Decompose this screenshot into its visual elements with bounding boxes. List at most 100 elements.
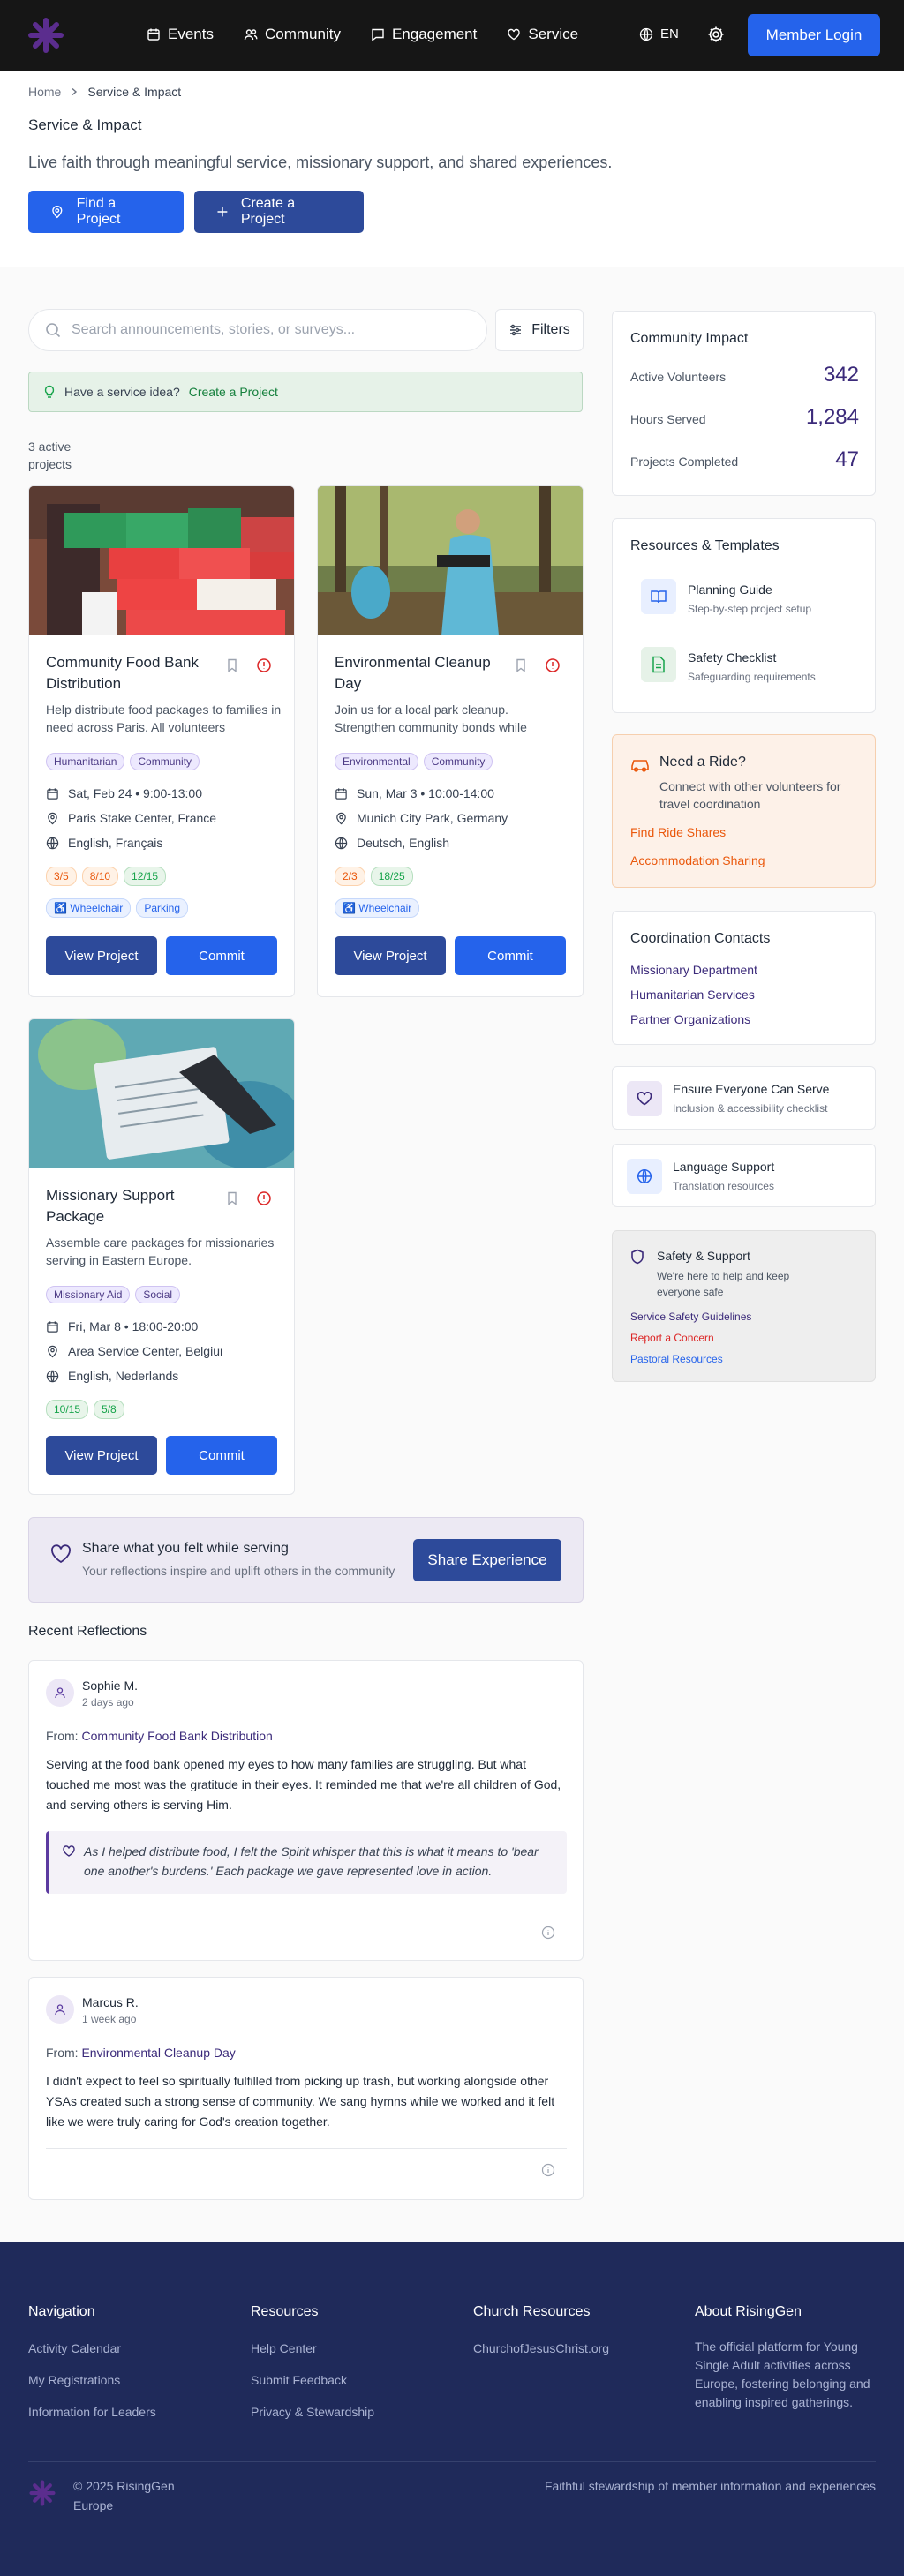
- share-experience-button[interactable]: Share Experience: [413, 1539, 561, 1581]
- report-icon[interactable]: [545, 657, 561, 673]
- globe-icon: [46, 837, 59, 849]
- language-selector[interactable]: EN: [639, 26, 679, 41]
- footer-link[interactable]: My Registrations: [28, 2373, 120, 2387]
- card-title[interactable]: Missionary Support Package: [46, 1185, 222, 1228]
- calendar-icon: [335, 787, 347, 800]
- capacity-pill: 8/10: [81, 867, 119, 886]
- resource-subtitle: Safeguarding requirements: [688, 671, 816, 683]
- language-label: EN: [660, 26, 679, 41]
- share-subtitle: Your reflections inspire and uplift othe…: [82, 1564, 396, 1578]
- languages-text: Deutsch, English: [357, 836, 450, 850]
- panel-title: Community Impact: [630, 331, 749, 346]
- footer-link[interactable]: Help Center: [251, 2341, 317, 2355]
- project-image: [318, 486, 583, 635]
- create-project-link[interactable]: Create a Project: [189, 385, 278, 399]
- footer-link[interactable]: Information for Leaders: [28, 2405, 156, 2419]
- commit-button[interactable]: Commit: [455, 936, 566, 975]
- accommodation-link[interactable]: Accommodation Sharing: [630, 853, 765, 867]
- logo-icon[interactable]: [26, 16, 65, 55]
- footer-link[interactable]: Activity Calendar: [28, 2341, 121, 2355]
- author-name: Sophie M.: [82, 1679, 139, 1693]
- create-project-button[interactable]: Create a Project: [194, 191, 364, 233]
- resource-icon-wrap[interactable]: [641, 647, 676, 682]
- member-login-button[interactable]: Member Login: [748, 14, 880, 56]
- reflection-body: I didn't expect to feel so spiritually f…: [46, 2074, 555, 2129]
- pastoral-resources-link[interactable]: Pastoral Resources: [630, 1353, 723, 1365]
- gear-icon[interactable]: [706, 25, 726, 44]
- bookmark-icon[interactable]: [513, 657, 529, 673]
- card-title[interactable]: Community Food Bank Distribution: [46, 652, 222, 695]
- resource-title[interactable]: Safety Checklist: [688, 650, 776, 665]
- post-time: 2 days ago: [82, 1696, 134, 1709]
- nav-label: Community: [264, 26, 341, 42]
- share-title: Share what you felt while serving: [82, 1541, 289, 1556]
- filters-button[interactable]: Filters: [495, 309, 584, 351]
- commit-button[interactable]: Commit: [166, 1436, 277, 1475]
- bookmark-icon[interactable]: [224, 1190, 240, 1206]
- safety-guidelines-link[interactable]: Service Safety Guidelines: [630, 1311, 751, 1323]
- nav-service[interactable]: Service: [507, 26, 578, 43]
- info-icon[interactable]: [541, 1926, 555, 1940]
- contact-link[interactable]: Humanitarian Services: [630, 988, 755, 1002]
- heart-icon: [637, 1092, 652, 1106]
- globe-icon: [335, 837, 348, 849]
- footer-link[interactable]: Privacy & Stewardship: [251, 2405, 374, 2419]
- stat-label: Active Volunteers: [630, 370, 727, 384]
- footer-link[interactable]: ChurchofJesusChrist.org: [473, 2341, 609, 2355]
- search-input[interactable]: Search announcements, stories, or survey…: [28, 309, 487, 351]
- nav-community[interactable]: Community: [244, 26, 341, 43]
- resource-icon-wrap[interactable]: [641, 579, 676, 614]
- contact-link[interactable]: Partner Organizations: [630, 1012, 750, 1026]
- nav-events[interactable]: Events: [147, 26, 214, 43]
- heart-icon: [51, 1544, 71, 1564]
- map-pin-icon: [336, 812, 346, 824]
- find-project-button[interactable]: Find a Project: [28, 191, 184, 233]
- calendar-icon: [47, 1320, 58, 1333]
- contact-link[interactable]: Missionary Department: [630, 963, 757, 977]
- info-icon[interactable]: [541, 2163, 555, 2177]
- commit-button[interactable]: Commit: [166, 936, 277, 975]
- user-icon: [55, 1687, 65, 1699]
- project-card: Environmental Cleanup Day Join us for a …: [317, 485, 584, 997]
- report-icon[interactable]: [256, 657, 272, 673]
- card-languages: Deutsch, English: [335, 836, 511, 850]
- report-concern-link[interactable]: Report a Concern: [630, 1332, 714, 1344]
- share-experience-banner: Share what you felt while serving Your r…: [28, 1517, 584, 1603]
- search-placeholder: Search announcements, stories, or survey…: [72, 322, 356, 337]
- reflection-body: Serving at the food bank opened my eyes …: [46, 1757, 561, 1812]
- breadcrumb: Home Service & Impact: [28, 85, 181, 99]
- globe-icon: [637, 1168, 652, 1184]
- map-pin-icon: [52, 206, 63, 219]
- reflection-card: Sophie M. 2 days ago From: Community Foo…: [28, 1660, 584, 1961]
- count-line: projects: [28, 457, 72, 471]
- card-title[interactable]: Environmental Cleanup Day: [335, 652, 511, 695]
- nav-label: Events: [168, 26, 214, 42]
- idea-text: Have a service idea?: [64, 385, 180, 399]
- card-tags: Environmental Community: [335, 753, 493, 770]
- ride-share-link[interactable]: Find Ride Shares: [630, 825, 726, 839]
- report-icon[interactable]: [256, 1190, 272, 1206]
- view-project-button[interactable]: View Project: [335, 936, 446, 975]
- capacity-pill: 3/5: [46, 867, 77, 886]
- language-support-panel[interactable]: Language Support Translation resources: [612, 1144, 876, 1207]
- inclusion-panel[interactable]: Ensure Everyone Can Serve Inclusion & ac…: [612, 1066, 876, 1130]
- resource-title[interactable]: Planning Guide: [688, 582, 772, 597]
- view-project-button[interactable]: View Project: [46, 1436, 157, 1475]
- avatar: [46, 1995, 74, 2024]
- source-project-link[interactable]: Environmental Cleanup Day: [81, 2046, 235, 2060]
- bookmark-icon[interactable]: [224, 657, 240, 673]
- project-card: Community Food Bank Distribution Help di…: [28, 485, 295, 997]
- project-image: [29, 1019, 294, 1168]
- count-line: 3 active: [28, 439, 72, 454]
- view-project-button[interactable]: View Project: [46, 936, 157, 975]
- project-image: [29, 486, 294, 635]
- breadcrumb-home[interactable]: Home: [28, 85, 61, 99]
- card-location: Munich City Park, Germany: [335, 811, 511, 825]
- capacity-pill: 12/15: [124, 867, 167, 886]
- nav-engagement[interactable]: Engagement: [371, 26, 477, 43]
- find-project-label: Find a Project: [76, 196, 121, 227]
- footer-link[interactable]: Submit Feedback: [251, 2373, 347, 2387]
- footer-heading: About RisingGen: [695, 2304, 802, 2319]
- reflection-source: From: Environmental Cleanup Day: [46, 2046, 236, 2060]
- source-project-link[interactable]: Community Food Bank Distribution: [81, 1729, 272, 1743]
